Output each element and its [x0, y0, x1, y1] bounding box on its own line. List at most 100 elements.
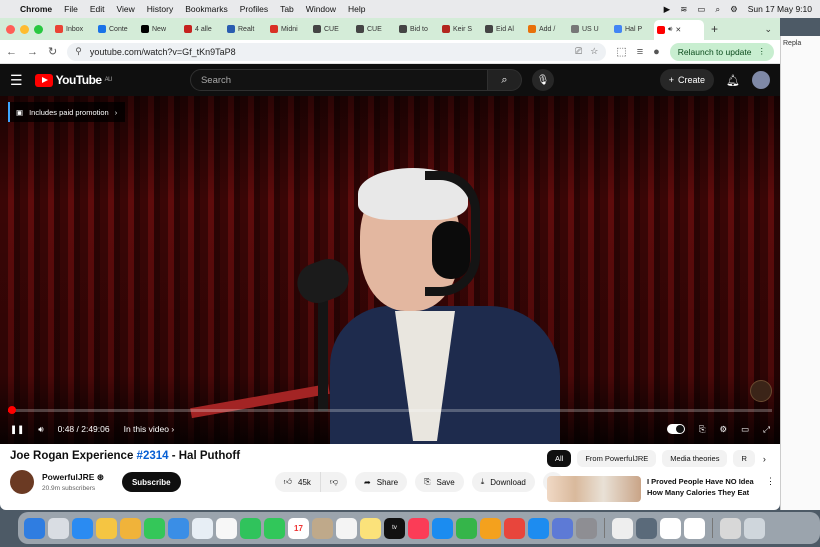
notes-icon[interactable]	[360, 517, 381, 539]
slack-icon[interactable]	[684, 517, 705, 539]
chip-from-channel[interactable]: From PowerfulJRE	[577, 450, 657, 467]
apple-tv-icon[interactable]: tv	[384, 517, 405, 539]
pause-button[interactable]: ❚❚	[10, 424, 24, 435]
notifications-bell-icon[interactable]: 🔔︎	[726, 74, 740, 87]
chip-all[interactable]: All	[547, 450, 572, 467]
share-button[interactable]: ➦ Share	[355, 472, 408, 492]
like-button[interactable]: 👍︎ 45k	[274, 472, 321, 492]
messages-icon[interactable]	[144, 517, 165, 539]
tab-item[interactable]: New	[138, 21, 178, 37]
pages-icon[interactable]	[480, 517, 501, 539]
wifi-icon[interactable]: ≋	[680, 4, 687, 15]
display-icon[interactable]: ▭	[697, 4, 705, 15]
new-tab-button[interactable]: +	[711, 22, 718, 36]
close-window-button[interactable]	[6, 24, 15, 34]
app-store-icon[interactable]	[528, 517, 549, 539]
zoom-window-button[interactable]	[34, 24, 43, 34]
autoplay-toggle[interactable]	[666, 424, 685, 434]
paid-promotion-badge[interactable]: ▣ Includes paid promotion ›	[8, 102, 126, 122]
menu-tab[interactable]: Tab	[280, 4, 294, 14]
tab-item[interactable]: Eid Al	[482, 21, 522, 37]
finder-icon[interactable]	[24, 517, 45, 539]
tab-item[interactable]: Inbox	[52, 21, 92, 37]
menu-bookmarks[interactable]: Bookmarks	[185, 4, 228, 14]
menu-edit[interactable]: Edit	[90, 4, 105, 14]
menu-profiles[interactable]: Profiles	[240, 4, 268, 14]
profile-icon[interactable]: ●	[653, 46, 660, 58]
channel-name[interactable]: PowerfulJRE ⊛	[42, 472, 104, 483]
safari-icon[interactable]	[72, 517, 93, 539]
tab-item[interactable]: Realt	[224, 21, 264, 37]
speaker-icon[interactable]: 🔊︎	[668, 26, 672, 34]
extensions-icon[interactable]: ⬚	[616, 45, 626, 58]
fullscreen-icon[interactable]: ⤢	[763, 424, 770, 435]
music-icon[interactable]	[408, 517, 429, 539]
tab-item[interactable]: CUE	[310, 21, 350, 37]
menubar-clock[interactable]: Sun 17 May 9:10	[748, 4, 812, 14]
tab-item[interactable]: 4 alle	[181, 21, 221, 37]
recommended-title[interactable]: I Proved People Have NO Idea How Many Ca…	[647, 476, 759, 502]
menu-view[interactable]: View	[116, 4, 134, 14]
trash-icon[interactable]	[744, 517, 765, 539]
media-controls-icon[interactable]: ≡	[637, 46, 643, 58]
site-info-icon[interactable]: ⚲	[75, 46, 82, 57]
download-button[interactable]: ⤓ Download	[471, 472, 535, 492]
tab-item[interactable]: Keir S	[439, 21, 479, 37]
recommended-thumbnail[interactable]	[547, 476, 641, 502]
relaunch-to-update-button[interactable]: Relaunch to update ⋮	[669, 42, 774, 61]
tab-item[interactable]: Conte	[95, 21, 135, 37]
contacts-icon[interactable]	[312, 517, 333, 539]
document-stack-icon[interactable]	[660, 517, 681, 539]
spotlight-icon[interactable]: ⌕	[715, 4, 720, 15]
search-input[interactable]: Search	[189, 69, 488, 91]
menu-file[interactable]: File	[64, 4, 78, 14]
recommended-video[interactable]: I Proved People Have NO Idea How Many Ca…	[547, 476, 775, 502]
video-player[interactable]: ▣ Includes paid promotion › ❚❚ 🔊︎ 0:48 /…	[0, 96, 780, 444]
tab-item[interactable]: Add /	[525, 21, 565, 37]
miniplayer-icon[interactable]: ▭	[741, 424, 749, 435]
reload-button[interactable]: ↻	[48, 45, 57, 58]
tab-active-youtube[interactable]: 🔊︎ ✕	[654, 20, 704, 40]
forward-button[interactable]: →	[27, 46, 38, 58]
swift-playgrounds-icon[interactable]	[504, 517, 525, 539]
facetime-icon[interactable]	[240, 517, 261, 539]
photos-icon[interactable]	[216, 517, 237, 539]
hamburger-menu-icon[interactable]: ☰	[10, 72, 23, 89]
search-button[interactable]: ⌕	[487, 69, 522, 91]
folder-stack-icon[interactable]	[720, 517, 741, 539]
back-button[interactable]: ←	[6, 46, 17, 58]
maps-icon[interactable]	[192, 517, 213, 539]
tab-item[interactable]: Bid to	[396, 21, 436, 37]
control-center-icon[interactable]: ⚙	[730, 4, 738, 15]
chips-next-chevron-icon[interactable]: ›	[763, 454, 766, 464]
app-menu[interactable]: Chrome	[20, 4, 52, 14]
recent-app-icon[interactable]	[636, 517, 657, 539]
tab-item[interactable]: CUE	[353, 21, 393, 37]
menu-help[interactable]: Help	[348, 4, 365, 14]
kebab-menu-icon[interactable]: ⋮	[758, 46, 767, 57]
calendar-icon[interactable]: 17	[288, 517, 309, 539]
volume-button[interactable]: 🔊︎	[38, 424, 43, 435]
progress-scrubber[interactable]	[7, 406, 16, 414]
progress-bar[interactable]	[7, 406, 772, 414]
account-avatar[interactable]	[752, 71, 770, 89]
preview-icon[interactable]	[552, 517, 573, 539]
chrome-canary-icon[interactable]	[120, 517, 141, 539]
downloads-stack-icon[interactable]	[612, 517, 633, 539]
in-this-video-button[interactable]: In this video ›	[124, 424, 175, 434]
reminders-icon[interactable]	[336, 517, 357, 539]
channel-watermark[interactable]	[750, 380, 772, 402]
voice-search-button[interactable]: 🎙︎	[531, 69, 554, 91]
save-button[interactable]: ⎘ Save	[415, 472, 464, 492]
tab-item[interactable]: Midni	[267, 21, 307, 37]
launchpad-icon[interactable]	[48, 517, 69, 539]
subscribe-button[interactable]: Subscribe	[121, 472, 181, 492]
dislike-button[interactable]: 👎︎	[320, 472, 348, 492]
tab-item[interactable]: US U	[568, 21, 608, 37]
address-bar[interactable]: ⚲ youtube.com/watch?v=Gf_tKn9TaP8 ⎚ ☆	[67, 42, 607, 61]
mail-icon[interactable]	[168, 517, 189, 539]
background-window[interactable]: Repla	[780, 36, 820, 510]
minimize-window-button[interactable]	[20, 24, 29, 34]
tab-search-chevron-icon[interactable]: ⌄	[764, 24, 772, 35]
youtube-logo[interactable]: YouTube AU	[34, 73, 112, 87]
